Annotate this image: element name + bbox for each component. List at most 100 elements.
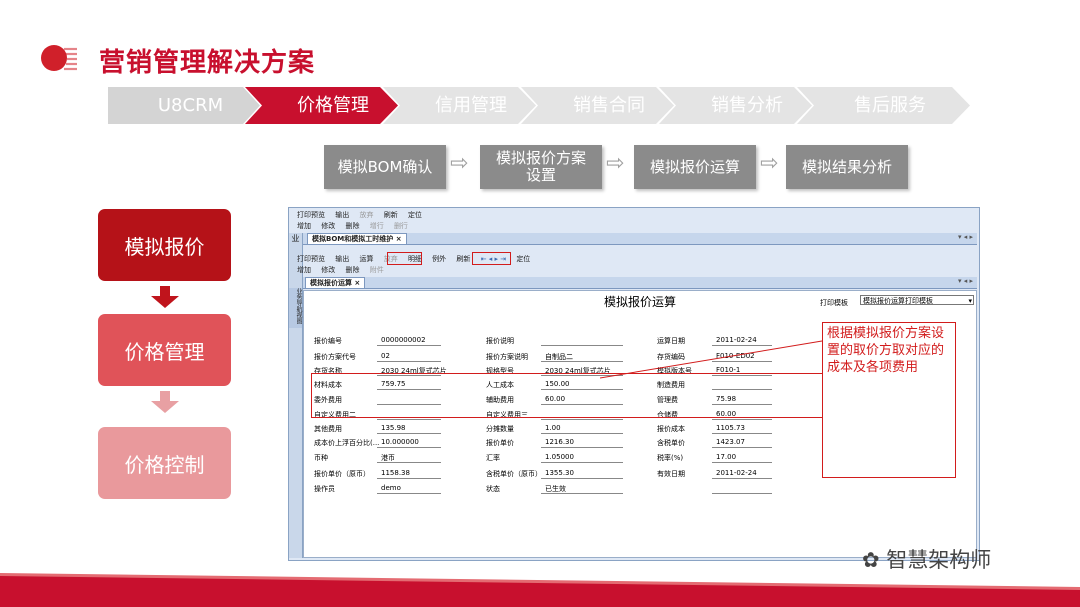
toolbar-inner-2: 增加 修改 删除 附件: [297, 265, 392, 276]
nav-item-sales-contract[interactable]: 销售合同: [544, 87, 674, 124]
highlight-detail-button: [472, 252, 511, 265]
module-nav: U8CRM 价格管理 信用管理 销售合同 销售分析 售后服务: [108, 87, 970, 124]
add-row-button[interactable]: 增行: [370, 222, 384, 230]
field-value[interactable]: 1158.38: [377, 469, 441, 479]
refresh-button[interactable]: 刷新: [456, 255, 470, 263]
stage-price-control: 价格控制: [98, 427, 231, 499]
field-value[interactable]: 02: [377, 352, 441, 362]
delete-button[interactable]: 删除: [345, 266, 359, 274]
locate-button[interactable]: 定位: [408, 211, 422, 219]
print-template-label: 打印模板: [820, 299, 848, 307]
process-step-analysis: 模拟结果分析: [786, 145, 908, 189]
arrow-right-icon: ⇨: [606, 151, 625, 176]
side-nav-strip: 业: [289, 233, 303, 558]
arrow-right-icon: ⇨: [760, 151, 779, 176]
process-step-bom: 模拟BOM确认: [324, 145, 446, 189]
field-label: 其他费用: [314, 425, 342, 433]
field-label: 有效日期: [657, 470, 685, 478]
field-label: 报价编号: [314, 337, 342, 345]
add-button[interactable]: 增加: [297, 266, 311, 274]
edit-button[interactable]: 修改: [321, 222, 335, 230]
field-value[interactable]: 1.05000: [541, 453, 623, 463]
outer-tab-controls[interactable]: ▾ ◂ ▸: [958, 233, 973, 241]
print-preview-button[interactable]: 打印预览: [297, 255, 325, 263]
delete-button[interactable]: 删除: [345, 222, 359, 230]
arrow-down-icon: [151, 286, 179, 308]
tab-quote-calc[interactable]: 模拟报价运算 ×: [305, 277, 366, 288]
inner-tab-controls[interactable]: ▾ ◂ ▸: [958, 277, 973, 285]
tab-bom-maintenance-label: 模拟BOM和模拟工时维护: [312, 235, 394, 243]
field-label: 汇率: [486, 454, 500, 462]
field-value[interactable]: [712, 484, 772, 494]
print-template-value: 模拟报价运算打印模板: [863, 297, 933, 305]
field-label: 报价成本: [657, 425, 685, 433]
field-value[interactable]: demo: [377, 484, 441, 494]
field-label: 报价单价: [486, 439, 514, 447]
page-title: 营销管理解决方案: [99, 48, 316, 78]
process-step-scheme: 模拟报价方案设置: [480, 145, 602, 189]
field-label: 报价单价（原币）: [314, 470, 370, 478]
export-button[interactable]: 输出: [335, 255, 349, 263]
field-value[interactable]: 10.000000: [377, 438, 441, 448]
delete-row-button[interactable]: 删行: [394, 222, 408, 230]
outer-tab-bar: 模拟BOM和模拟工时维护 × ▾ ◂ ▸: [303, 233, 977, 245]
field-value[interactable]: 1216.30: [541, 438, 623, 448]
field-label: 含税单价: [657, 439, 685, 447]
toolbar-outer-2: 增加 修改 删除 增行 删行: [297, 221, 416, 232]
brand-logo-icon: [41, 45, 77, 71]
nav-item-credit-management[interactable]: 信用管理: [406, 87, 536, 124]
callout-connector: [600, 340, 823, 379]
field-value[interactable]: 17.00: [712, 453, 772, 463]
attachment-button[interactable]: 附件: [370, 266, 384, 274]
field-label: 报价说明: [486, 337, 514, 345]
field-value[interactable]: 1105.73: [712, 424, 772, 434]
field-value[interactable]: 0000000002: [377, 336, 441, 346]
field-label: 操作员: [314, 485, 335, 493]
callout-note: 根据模拟报价方案设置的取价方取对应的成本及各项费用: [822, 322, 956, 478]
watermark-text: 智慧架构师: [886, 548, 992, 572]
toolbar-outer-1: 打印预览 输出 放弃 刷新 定位: [297, 210, 430, 221]
field-label: 分摊数量: [486, 425, 514, 433]
exception-button[interactable]: 例外: [432, 255, 446, 263]
arrow-down-icon: [151, 391, 179, 413]
edit-button[interactable]: 修改: [321, 266, 335, 274]
locate-button[interactable]: 定位: [516, 255, 530, 263]
discard-button[interactable]: 放弃: [359, 211, 373, 219]
nav-item-after-sales[interactable]: 售后服务: [820, 87, 960, 124]
nav-item-price-management[interactable]: 价格管理: [268, 87, 398, 124]
field-label: 税率(%): [657, 454, 684, 462]
refresh-button[interactable]: 刷新: [384, 211, 398, 219]
field-value[interactable]: 1.00: [541, 424, 623, 434]
stage-price-management: 价格管理: [98, 314, 231, 386]
stage-simulated-quote: 模拟报价: [98, 209, 231, 281]
add-button[interactable]: 增加: [297, 222, 311, 230]
wechat-icon: ✿: [862, 548, 887, 572]
field-label: 报价方案代号: [314, 353, 356, 361]
nav-item-sales-analysis[interactable]: 销售分析: [682, 87, 812, 124]
field-value[interactable]: 1355.30: [541, 469, 623, 479]
footer-band: [0, 573, 1080, 607]
field-label: 状态: [486, 485, 500, 493]
field-label: 含税单价（原币）: [486, 470, 542, 478]
field-value[interactable]: 2011-02-24: [712, 469, 772, 479]
tab-bom-maintenance[interactable]: 模拟BOM和模拟工时维护 ×: [307, 233, 407, 244]
field-value[interactable]: 135.98: [377, 424, 441, 434]
field-value[interactable]: 已生效: [541, 484, 623, 494]
inner-tab-bar: 模拟报价运算 × ▾ ◂ ▸: [303, 277, 977, 289]
side-nav-view-label[interactable]: 业务导航视图: [289, 288, 302, 328]
nav-item-u8crm[interactable]: U8CRM: [128, 87, 253, 124]
field-label: 成本价上浮百分比(...: [314, 439, 380, 447]
tab-quote-calc-label: 模拟报价运算: [310, 279, 352, 287]
arrow-right-icon: ⇨: [450, 151, 469, 176]
process-step-calc: 模拟报价运算: [634, 145, 756, 189]
highlight-calc-button: [387, 252, 422, 265]
print-preview-button[interactable]: 打印预览: [297, 211, 325, 219]
calculate-button[interactable]: 运算: [359, 255, 373, 263]
print-template-select[interactable]: 模拟报价运算打印模板 ▾: [860, 295, 974, 305]
field-value[interactable]: 港币: [377, 453, 441, 463]
chevron-down-icon: ▾: [968, 297, 972, 305]
export-button[interactable]: 输出: [335, 211, 349, 219]
field-value[interactable]: 1423.07: [712, 438, 772, 448]
side-nav-label: 业: [291, 234, 300, 243]
field-label: 报价方案说明: [486, 353, 528, 361]
